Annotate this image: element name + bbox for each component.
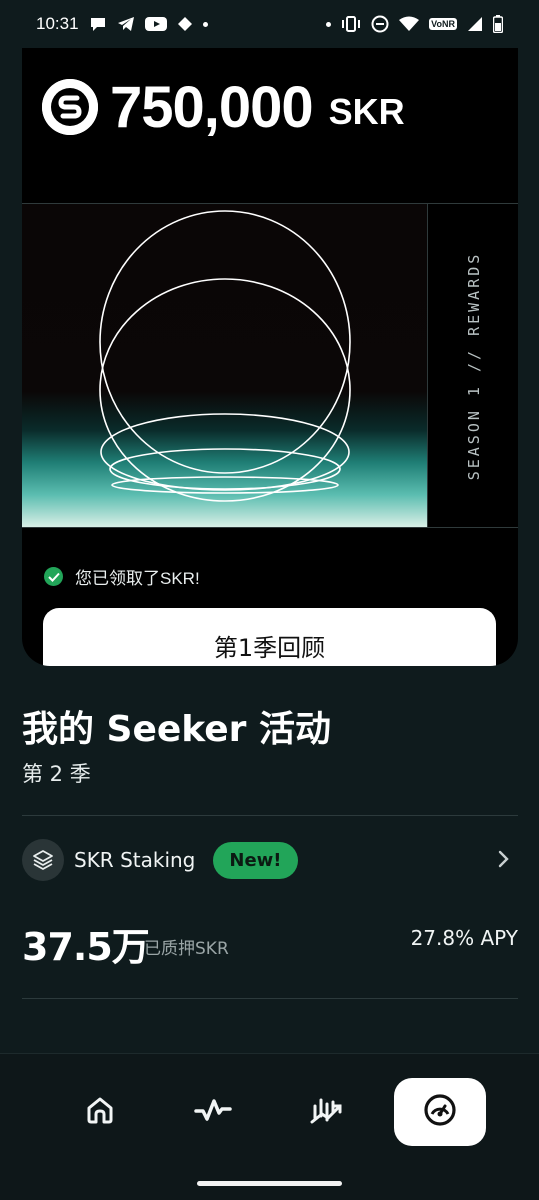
nav-trade[interactable] [281,1078,373,1146]
season-recap-button[interactable]: 第1季回顾 [43,608,496,666]
nav-dashboard[interactable] [394,1078,486,1146]
status-right: VoNR [326,15,503,33]
indicator-dot-icon [326,21,332,27]
cell-signal-icon [467,16,483,32]
skr-staking-row[interactable]: SKR Staking New! [22,838,518,882]
vibrate-icon [341,16,361,32]
divider [22,815,518,816]
activity-subtitle: 第 2 季 [22,762,91,786]
home-icon [85,1095,115,1130]
trade-icon [309,1094,345,1131]
diamond-icon [177,16,193,32]
apy-value: 27.8% APY [410,926,518,950]
skr-coin-icon [42,79,98,135]
status-left: 10:31 [36,14,208,34]
layers-icon [22,839,64,881]
activity-icon [194,1095,232,1130]
vonr-badge: VoNR [429,18,457,30]
nav-activity[interactable] [167,1078,259,1146]
do-not-disturb-icon [371,15,389,33]
status-bar: 10:31 VoNR [0,0,539,48]
rewards-card: 750,000 SKR SEASON 1 // REWARDS 您已领取了SKR… [22,48,518,666]
season-label: SEASON 1 // REWARDS [465,251,483,481]
youtube-icon [144,16,167,32]
season-artwork [22,204,427,527]
staking-label: SKR Staking [74,848,196,872]
staked-summary: 37.5万 已质押SKR 27.8% APY [22,912,518,972]
claimed-text: 您已领取了SKR! [75,569,200,588]
chat-bubble-icon [89,16,107,32]
staked-label: 已质押SKR [144,939,229,959]
telegram-icon [117,16,135,32]
new-badge: New! [213,841,298,879]
reward-amount: 750,000 [110,74,314,140]
dashboard-icon [423,1093,457,1132]
divider [427,204,428,528]
activity-title: 我的 Seeker 活动 [22,709,331,750]
clock: 10:31 [36,14,79,33]
gesture-bar[interactable] [197,1181,342,1186]
claimed-status: 您已领取了SKR! [44,564,200,589]
divider [22,527,518,528]
check-circle-icon [44,567,63,586]
wifi-icon [399,16,420,32]
chevron-right-icon[interactable] [498,850,510,873]
reward-unit: SKR [328,91,405,132]
battery-icon [493,15,503,33]
notification-dot-icon [202,21,208,27]
bottom-nav [0,1053,539,1200]
staked-value: 37.5万 [22,925,150,969]
reward-amount-row: 750,000 SKR [42,62,405,152]
divider [22,998,518,999]
nav-home[interactable] [54,1078,146,1146]
